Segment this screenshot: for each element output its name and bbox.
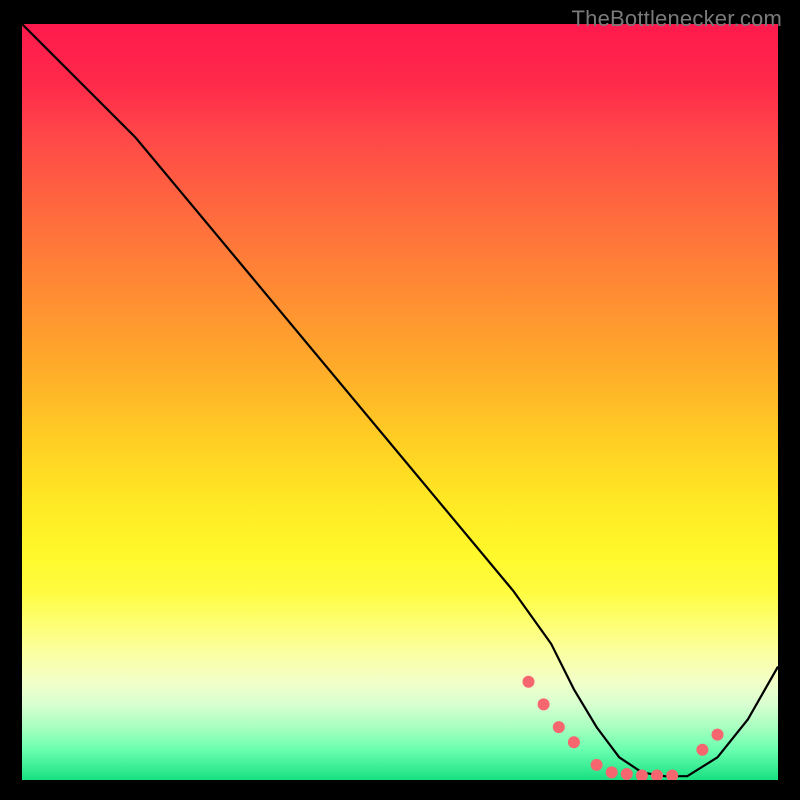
plot-area xyxy=(22,24,778,780)
marker-dot xyxy=(553,721,565,733)
watermark-text: TheBottlenecker.com xyxy=(572,6,782,32)
marker-dot xyxy=(591,759,603,771)
marker-dot xyxy=(538,698,550,710)
marker-dot xyxy=(666,770,678,781)
marker-dot xyxy=(621,768,633,780)
marker-dot xyxy=(712,729,724,741)
chart-svg xyxy=(22,24,778,780)
curve-line xyxy=(22,24,778,776)
marker-group xyxy=(523,676,724,780)
marker-dot xyxy=(568,736,580,748)
marker-dot xyxy=(651,770,663,781)
marker-dot xyxy=(606,766,618,778)
marker-dot xyxy=(523,676,535,688)
marker-dot xyxy=(696,744,708,756)
marker-dot xyxy=(636,770,648,781)
